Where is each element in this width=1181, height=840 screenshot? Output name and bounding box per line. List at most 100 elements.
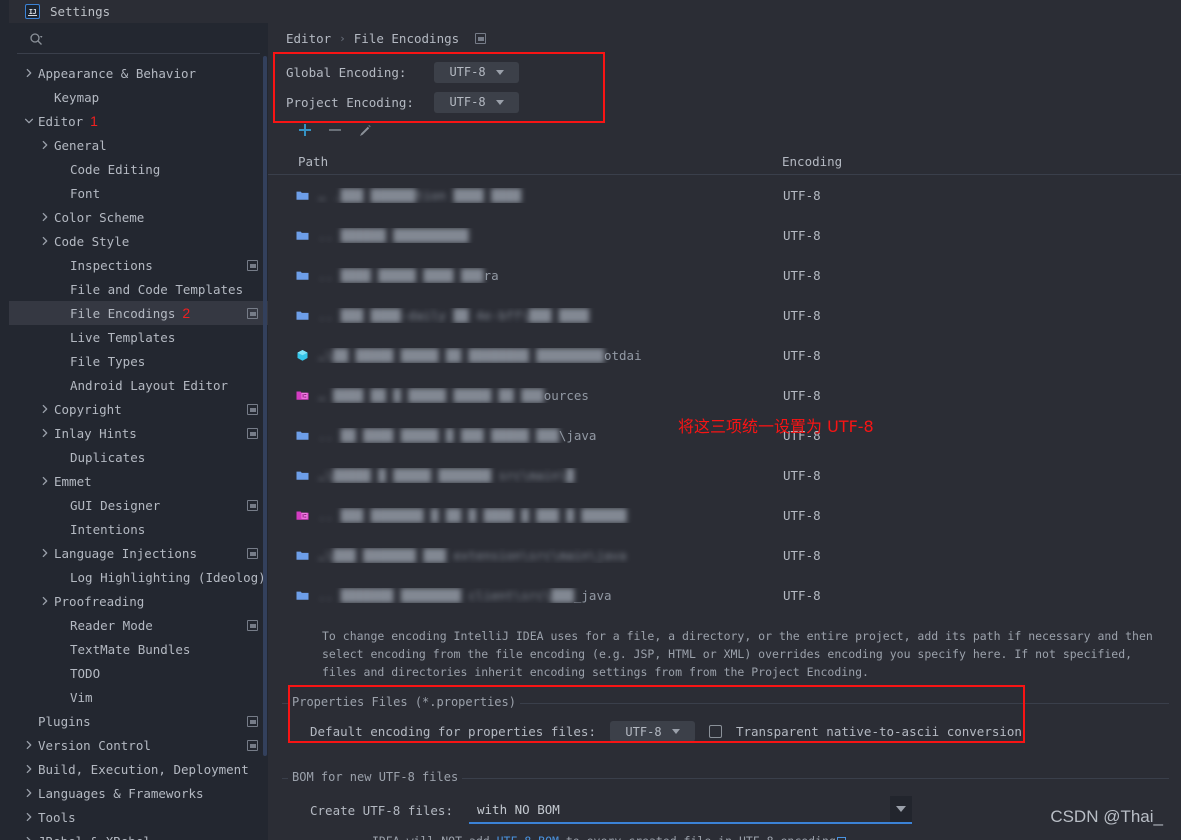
chevron-right-icon[interactable] — [39, 475, 51, 487]
chevron-right-icon[interactable] — [39, 403, 51, 415]
sidebar-item-duplicates[interactable]: Duplicates — [9, 445, 268, 469]
sidebar-item-file-and-code-templates[interactable]: File and Code Templates — [9, 277, 268, 301]
sidebar-item-code-style[interactable]: Code Style — [9, 229, 268, 253]
chevron-right-icon[interactable] — [39, 139, 51, 151]
sidebar-item-live-templates[interactable]: Live Templates — [9, 325, 268, 349]
copy-settings-icon[interactable] — [247, 307, 258, 319]
sidebar-item-general[interactable]: General — [9, 133, 268, 157]
chevron-right-icon[interactable] — [23, 787, 35, 799]
chevron-right-icon[interactable] — [39, 235, 51, 247]
copy-settings-icon[interactable] — [247, 619, 258, 631]
global-encoding-value: UTF-8 — [449, 65, 486, 79]
sidebar-item-inspections[interactable]: Inspections — [9, 253, 268, 277]
table-row[interactable]: …\███ ███████ ███ extension\src\main\jav… — [268, 535, 1181, 575]
sidebar-item-languages-frameworks[interactable]: Languages & Frameworks — [9, 781, 268, 805]
table-row[interactable]: .. ███ ████-daily ██ 4e-bff\███ ████ UTF-… — [268, 295, 1181, 335]
sidebar-item-file-encodings[interactable]: File Encodings 2 — [9, 301, 268, 325]
bom-group: BOM for new UTF-8 files Create UTF-8 fil… — [282, 770, 1169, 840]
encoding-cell[interactable]: UTF-8 — [783, 588, 1181, 603]
plus-icon[interactable] — [298, 123, 312, 137]
sidebar-item-inlay-hints[interactable]: Inlay Hints — [9, 421, 268, 445]
sidebar-item-log-highlighting-ideolog[interactable]: Log Highlighting (Ideolog) — [9, 565, 268, 589]
table-row[interactable]: … ████ ██ █ █████ █████ ██ ███ ources UTF-… — [268, 375, 1181, 415]
copy-settings-icon[interactable] — [247, 547, 258, 559]
chevron-right-icon[interactable] — [23, 739, 35, 751]
chevron-right-icon[interactable] — [39, 547, 51, 559]
copy-settings-icon[interactable] — [247, 715, 258, 727]
encoding-cell[interactable]: UTF-8 — [783, 508, 1181, 523]
encoding-cell[interactable]: UTF-8 — [783, 388, 1181, 403]
sidebar-item-file-types[interactable]: File Types — [9, 349, 268, 373]
sidebar-item-emmet[interactable]: Emmet — [9, 469, 268, 493]
resource-folder-icon — [296, 389, 309, 401]
sidebar-item-reader-mode[interactable]: Reader Mode — [9, 613, 268, 637]
sidebar-item-plugins[interactable]: Plugins — [9, 709, 268, 733]
encoding-cell[interactable]: UTF-8 — [783, 188, 1181, 203]
encoding-cell[interactable]: UTF-8 — [783, 228, 1181, 243]
transparent-conversion-label[interactable]: Transparent native-to-ascii conversion — [736, 724, 1022, 739]
table-row[interactable]: .. ████ █████ ████ ███ ra UTF-8 — [268, 255, 1181, 295]
sidebar-item-build-execution-deployment[interactable]: Build, Execution, Deployment — [9, 757, 268, 781]
chevron-right-icon[interactable] — [39, 427, 51, 439]
sidebar-item-editor[interactable]: Editor 1 — [9, 109, 268, 133]
properties-group-title: Properties Files (*.properties) — [288, 695, 520, 709]
encoding-cell[interactable]: UTF-8 — [783, 468, 1181, 483]
encoding-cell[interactable]: UTF-8 — [783, 308, 1181, 323]
chevron-right-icon[interactable] — [23, 67, 35, 79]
sidebar-item-code-editing[interactable]: Code Editing — [9, 157, 268, 181]
transparent-conversion-checkbox[interactable] — [708, 725, 722, 738]
sidebar-item-version-control[interactable]: Version Control — [9, 733, 268, 757]
chevron-right-icon[interactable] — [23, 811, 35, 823]
table-row[interactable]: …\██ █████ █████ ██ ████████ █████████ ot… — [268, 335, 1181, 375]
sidebar-item-proofreading[interactable]: Proofreading — [9, 589, 268, 613]
create-utf8-dropdown[interactable]: with NO BOM — [469, 796, 912, 824]
sidebar-item-android-layout-editor[interactable]: Android Layout Editor — [9, 373, 268, 397]
copy-settings-icon[interactable] — [247, 739, 258, 751]
sidebar-item-font[interactable]: Font — [9, 181, 268, 205]
minus-icon[interactable] — [328, 123, 342, 137]
encoding-cell[interactable]: UTF-8 — [783, 348, 1181, 363]
sidebar-item-color-scheme[interactable]: Color Scheme — [9, 205, 268, 229]
sidebar-item-appearance-behavior[interactable]: Appearance & Behavior — [9, 61, 268, 85]
sidebar-item-intentions[interactable]: Intentions — [9, 517, 268, 541]
properties-encoding-dropdown[interactable]: UTF-8 — [609, 721, 695, 742]
chevron-right-icon[interactable] — [23, 763, 35, 775]
copy-settings-icon[interactable] — [247, 427, 258, 439]
pencil-icon[interactable] — [358, 123, 372, 137]
sidebar-item-textmate-bundles[interactable]: TextMate Bundles — [9, 637, 268, 661]
chevron-right-icon[interactable] — [23, 835, 35, 840]
chevron-down-icon[interactable] — [23, 115, 35, 127]
table-row[interactable]: .. ██████ ██████████ UTF-8 — [268, 215, 1181, 255]
sidebar-item-jrebel-xrebel[interactable]: JRebel & XRebel — [9, 829, 268, 840]
dropdown-button[interactable] — [890, 796, 912, 822]
sidebar-item-gui-designer[interactable]: GUI Designer — [9, 493, 268, 517]
copy-settings-icon[interactable] — [247, 259, 258, 271]
global-encoding-dropdown[interactable]: UTF-8 — [434, 61, 519, 83]
sidebar-item-language-injections[interactable]: Language Injections — [9, 541, 268, 565]
table-body: … .███ ██████tion ████ ████ UTF-8.. █████… — [268, 175, 1181, 615]
table-row[interactable]: .. ███ ███████ █ ██ █ ████ █ ███ █ █████… — [268, 495, 1181, 535]
project-encoding-dropdown[interactable]: UTF-8 — [434, 91, 519, 113]
table-row[interactable]: …\█████ █ █████ ███████ src\main\█ UTF-8 — [268, 455, 1181, 495]
sidebar-item-keymap[interactable]: Keymap — [9, 85, 268, 109]
settings-tree: Appearance & Behavior Keymap Editor 1 Genera… — [9, 54, 268, 840]
chevron-right-icon[interactable] — [39, 595, 51, 607]
sidebar-scrollbar[interactable] — [263, 56, 267, 756]
encoding-cell[interactable]: UTF-8 — [783, 548, 1181, 563]
table-row[interactable]: .. ███████ ████████ client\src\███ _java U… — [268, 575, 1181, 615]
sidebar-item-copyright[interactable]: Copyright — [9, 397, 268, 421]
column-header-encoding[interactable]: Encoding — [782, 154, 1181, 169]
table-row[interactable]: … .███ ██████tion ████ ████ UTF-8 — [268, 175, 1181, 215]
copy-settings-icon[interactable] — [247, 403, 258, 415]
breadcrumb-parent[interactable]: Editor — [286, 31, 331, 46]
chevron-right-icon[interactable] — [39, 211, 51, 223]
encoding-cell[interactable]: UTF-8 — [783, 268, 1181, 283]
copy-settings-icon[interactable] — [475, 32, 487, 44]
sidebar-item-tools[interactable]: Tools — [9, 805, 268, 829]
sidebar-item-todo[interactable]: TODO — [9, 661, 268, 685]
copy-settings-icon[interactable] — [247, 499, 258, 511]
sidebar-item-vim[interactable]: Vim — [9, 685, 268, 709]
column-header-path[interactable]: Path — [298, 154, 782, 169]
sidebar-search[interactable] — [17, 23, 260, 54]
sidebar-item-label: Languages & Frameworks — [38, 785, 204, 801]
